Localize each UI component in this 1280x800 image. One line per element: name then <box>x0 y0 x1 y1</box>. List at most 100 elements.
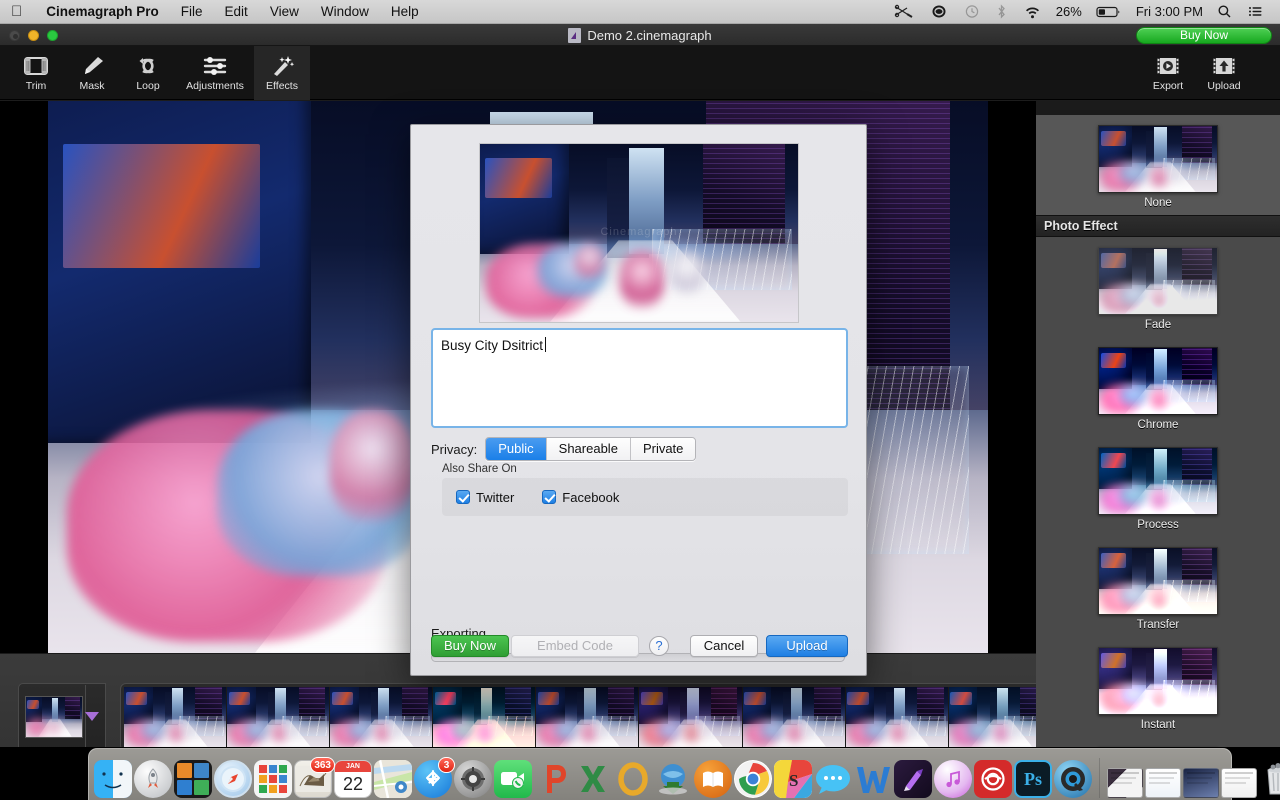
dock-item-skitch[interactable]: S <box>774 760 812 798</box>
tool-upload[interactable]: Upload <box>1196 46 1252 100</box>
help-button[interactable]: ? <box>649 636 669 656</box>
timeline-frame[interactable] <box>742 687 846 747</box>
tool-effects[interactable]: Effects <box>254 46 310 100</box>
close-window-button[interactable] <box>9 30 20 41</box>
dock-items: 363 JAN 22 3 S Ps <box>94 750 1280 798</box>
time-machine-icon[interactable] <box>956 0 988 24</box>
dock-item-creative-cloud[interactable] <box>974 760 1012 798</box>
dock-minimized-window[interactable] <box>1221 768 1257 798</box>
checkbox-checked-icon[interactable] <box>542 490 557 504</box>
effect-item-process[interactable]: Process <box>1036 437 1280 537</box>
dialog-buy-now-button[interactable]: Buy Now <box>431 635 510 657</box>
tool-mask[interactable]: Mask <box>64 46 120 100</box>
apple-icon[interactable]:  <box>0 4 35 19</box>
dock-item-launchpad[interactable] <box>134 760 172 798</box>
svg-text:S: S <box>789 771 798 790</box>
upload-button[interactable]: Upload <box>766 635 848 657</box>
notification-center-icon[interactable] <box>1240 0 1272 24</box>
dock-item-download-manager[interactable] <box>654 760 692 798</box>
spotlight-search-icon[interactable] <box>1209 0 1240 24</box>
effect-label-instant: Instant <box>1140 719 1176 731</box>
dock-item-photoshop[interactable]: Ps <box>1014 760 1052 798</box>
dock-item-excel[interactable] <box>574 760 612 798</box>
dock-item-dashboard[interactable] <box>254 760 292 798</box>
tool-loop[interactable]: Loop <box>120 46 176 100</box>
dock-item-chrome[interactable] <box>734 760 772 798</box>
effect-item-fade[interactable]: Fade <box>1036 237 1280 337</box>
window-controls <box>9 30 58 41</box>
dock-item-app-store[interactable]: 3 <box>414 757 455 798</box>
menu-item-help[interactable]: Help <box>380 0 430 24</box>
checkbox-checked-icon[interactable] <box>456 490 470 504</box>
bluetooth-icon[interactable] <box>988 0 1015 24</box>
dock-item-calendar[interactable]: JAN 22 <box>334 760 372 798</box>
poster-frame-dropdown-icon[interactable] <box>85 712 99 721</box>
timeline-frame[interactable] <box>330 687 434 747</box>
privacy-segmented-control[interactable]: Public Shareable Private <box>485 437 697 461</box>
desktop-screen:  Cinemagraph Pro File Edit View Window … <box>0 0 1280 800</box>
tool-trim[interactable]: Trim <box>8 46 64 100</box>
timeline-frame[interactable] <box>227 687 331 747</box>
tool-adjustments-label: Adjustments <box>186 80 244 92</box>
dock-minimized-window[interactable] <box>1145 768 1181 798</box>
effect-thumbnail-none <box>1098 125 1218 193</box>
dock-item-quicktime[interactable] <box>1054 760 1092 798</box>
caption-textarea[interactable]: Busy City Dsitrict <box>431 328 848 428</box>
menu-bar-clock: Fri 3:00 PM <box>1135 4 1203 19</box>
effect-item-chrome[interactable]: Chrome <box>1036 337 1280 437</box>
wifi-icon[interactable] <box>1015 0 1050 24</box>
timeline-frame[interactable] <box>845 687 949 747</box>
sidebar-effects-list: Fade Chrome Process Transfer Instant <box>1036 237 1280 747</box>
menu-app-name[interactable]: Cinemagraph Pro <box>35 0 170 24</box>
dock-item-system-preferences[interactable] <box>454 760 492 798</box>
tool-adjustments[interactable]: Adjustments <box>176 46 254 100</box>
privacy-option-public[interactable]: Public <box>486 438 547 460</box>
zoom-window-button[interactable] <box>47 30 58 41</box>
effect-item-instant[interactable]: Instant <box>1036 637 1280 737</box>
timeline-frame[interactable] <box>536 687 640 747</box>
battery-icon[interactable] <box>1088 0 1130 24</box>
effect-thumbnail-process <box>1098 447 1218 515</box>
dock-item-ibooks[interactable] <box>694 760 732 798</box>
cinemagraph-pro-window: Demo 2.cinemagraph Buy Now Trim Mask Loo… <box>0 24 1280 747</box>
tool-export[interactable]: Export <box>1140 46 1196 100</box>
effect-label-fade: Fade <box>1144 319 1172 331</box>
dock-minimized-window[interactable] <box>1107 768 1143 798</box>
dock-item-itunes[interactable] <box>934 760 972 798</box>
cancel-button[interactable]: Cancel <box>690 635 758 657</box>
menu-item-window[interactable]: Window <box>310 0 380 24</box>
dock-item-finder[interactable] <box>94 760 132 798</box>
dock-item-mail[interactable]: 363 <box>294 757 335 798</box>
dock-item-safari[interactable] <box>214 760 252 798</box>
menu-item-file[interactable]: File <box>170 0 214 24</box>
dock-minimized-window[interactable] <box>1183 768 1219 798</box>
dock-item-mission-control[interactable] <box>174 760 212 798</box>
timeline-frame[interactable] <box>639 687 743 747</box>
effect-item-transfer[interactable]: Transfer <box>1036 537 1280 637</box>
creative-cloud-icon[interactable] <box>922 0 956 24</box>
dock-item-facetime[interactable] <box>494 760 532 798</box>
poster-frame-selector[interactable] <box>18 683 106 747</box>
timeline-frame[interactable] <box>124 687 228 747</box>
privacy-option-shareable[interactable]: Shareable <box>546 438 631 460</box>
dock-item-messages[interactable] <box>814 760 852 798</box>
privacy-option-private[interactable]: Private <box>630 438 696 460</box>
minimize-window-button[interactable] <box>28 30 39 41</box>
menu-item-view[interactable]: View <box>259 0 310 24</box>
effect-item-none[interactable]: None <box>1036 115 1280 215</box>
share-checkbox-twitter[interactable]: Twitter <box>456 490 514 505</box>
dock-item-powerpoint[interactable] <box>534 760 572 798</box>
dock-item-sketch[interactable] <box>894 760 932 798</box>
dock-item-word[interactable] <box>854 760 892 798</box>
trash-icon[interactable] <box>1259 760 1280 798</box>
effect-item-partial[interactable] <box>1036 737 1280 747</box>
timeline-frame[interactable] <box>433 687 537 747</box>
dock-item-outlook[interactable] <box>614 760 652 798</box>
scissors-pen-icon[interactable] <box>886 0 922 24</box>
dock-item-maps[interactable] <box>374 760 412 798</box>
share-checkbox-facebook[interactable]: Facebook <box>542 490 619 505</box>
menu-bar:  Cinemagraph Pro File Edit View Window … <box>0 0 1280 24</box>
menu-item-edit[interactable]: Edit <box>214 0 259 24</box>
titlebar-buy-now-button[interactable]: Buy Now <box>1136 27 1272 44</box>
upload-dialog: Cinemagraph Busy City Dsitrict Privacy: … <box>410 124 867 676</box>
